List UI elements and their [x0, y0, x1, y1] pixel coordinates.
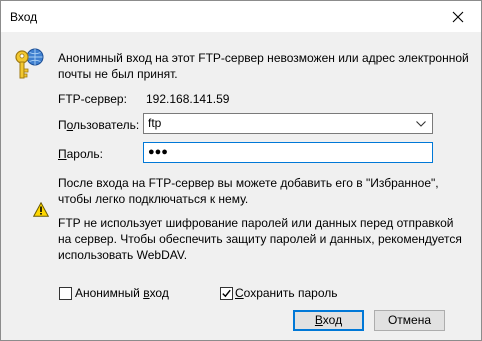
- password-field[interactable]: ●●●: [143, 142, 433, 163]
- password-value: ●●●: [148, 146, 168, 158]
- checkmark-icon: [222, 289, 231, 298]
- cancel-button[interactable]: Отмена: [374, 310, 445, 331]
- save-password-label[interactable]: Сохранить пароль: [235, 285, 337, 301]
- window-title: Вход: [10, 10, 38, 24]
- info-message: Анонимный вход на этот FTP-сервер невозм…: [58, 51, 469, 81]
- close-icon: [452, 11, 464, 22]
- warning-triangle-icon: [33, 202, 49, 217]
- favorites-note: После входа на FTP-сервер вы можете доба…: [58, 176, 439, 206]
- server-label: FTP-сервер:: [58, 92, 127, 106]
- login-dialog: Вход Анонимный вход на этот FTP-сервер н…: [0, 0, 482, 341]
- key-icon: [15, 48, 44, 79]
- server-value: 192.168.141.59: [146, 92, 230, 106]
- chevron-down-icon[interactable]: [416, 121, 426, 127]
- user-select[interactable]: ftp: [143, 113, 433, 134]
- dialog-content: Анонимный вход на этот FTP-сервер невозм…: [1, 32, 481, 340]
- password-label: Пароль:: [58, 147, 103, 161]
- user-label: Пользователь:: [58, 118, 140, 132]
- warning-text: FTP не использует шифрование паролей или…: [58, 216, 462, 262]
- title-bar: Вход: [1, 1, 481, 32]
- anonymous-checkbox[interactable]: [59, 287, 72, 300]
- user-value: ftp: [148, 116, 162, 130]
- anonymous-label[interactable]: Анонимный вход: [75, 285, 169, 301]
- login-button[interactable]: Вход: [293, 310, 364, 331]
- close-button[interactable]: [435, 1, 481, 32]
- save-password-checkbox[interactable]: [220, 287, 233, 300]
